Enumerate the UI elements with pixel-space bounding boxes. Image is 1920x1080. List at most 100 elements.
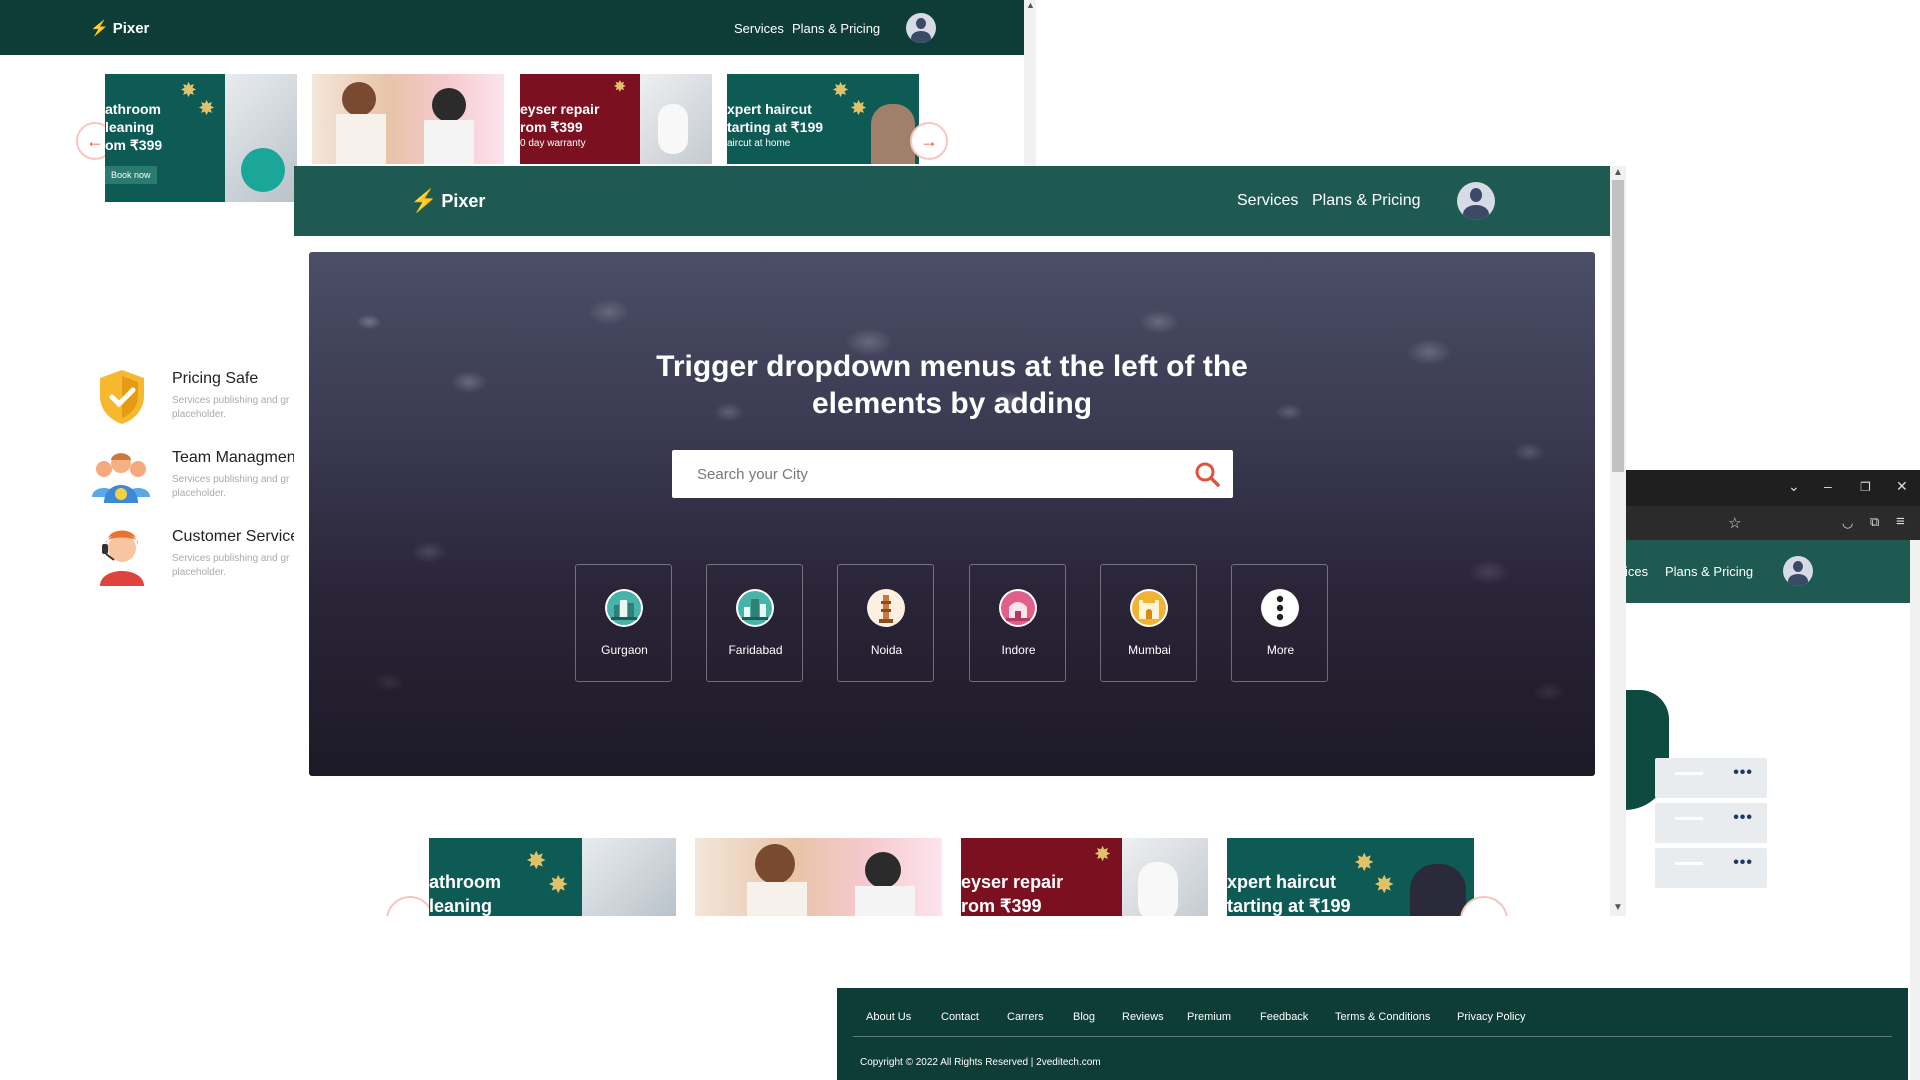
footer-link-privacy[interactable]: Privacy Policy — [1457, 1011, 1525, 1023]
star-icon: ✸ — [549, 872, 568, 897]
feature-title: Customer Service — [172, 528, 300, 545]
city-card-gurgaon[interactable]: Gurgaon — [575, 564, 672, 682]
banner-title: eyser repair rom ₹399 — [961, 872, 1064, 916]
bg-brand-name: Pixer — [112, 19, 150, 37]
restore-icon[interactable]: ❐ — [1860, 480, 1871, 494]
nav-services[interactable]: Services — [1237, 192, 1298, 210]
city-search-input[interactable] — [672, 450, 1172, 498]
bolt-icon: ⚡ — [410, 188, 438, 213]
bg-banner-geyser[interactable]: ✸ eyser repair rom ₹399 0 day warranty — [520, 74, 712, 164]
city-card-noida[interactable]: Noida — [837, 564, 934, 682]
more-horizontal-icon[interactable]: ••• — [1733, 809, 1753, 827]
bg-banner-bathroom[interactable]: ✸ ✸ athroom leaning om ₹399 Book now — [105, 74, 297, 202]
minimize-icon[interactable]: – — [1824, 478, 1832, 494]
footer-link-contact[interactable]: Contact — [941, 1011, 979, 1023]
scrollbar-thumb[interactable] — [1612, 180, 1624, 472]
city-card-mumbai[interactable]: Mumbai — [1100, 564, 1197, 682]
city-label: Indore — [1001, 643, 1036, 657]
city-label: Gurgaon — [601, 643, 648, 657]
indore-palace-icon — [999, 589, 1037, 627]
noida-monument-icon — [867, 589, 905, 627]
chevron-down-icon[interactable]: ⌄ — [1788, 478, 1800, 495]
bg-avatar[interactable] — [906, 13, 936, 43]
more-horizontal-icon[interactable]: ••• — [1733, 854, 1753, 872]
right-scrollbar[interactable] — [1910, 540, 1920, 1080]
banner-haircut[interactable]: ✸ ✸ xpert haircut tarting at ₹199 — [1227, 838, 1474, 916]
star-icon: ✸ — [527, 848, 546, 873]
footer-link-reviews[interactable]: Reviews — [1122, 1011, 1164, 1023]
main-scrollbar[interactable]: ▲ ▼ — [1610, 166, 1626, 916]
footer-link-terms[interactable]: Terms & Conditions — [1335, 1011, 1430, 1023]
bolt-icon: ⚡ — [90, 20, 109, 37]
star-icon: ✸ — [181, 80, 197, 100]
bg-nav-plans[interactable]: Plans & Pricing — [792, 21, 880, 36]
footer-link-blog[interactable]: Blog — [1073, 1011, 1095, 1023]
team-icon — [90, 447, 152, 503]
main-navbar: ⚡ Pixer Services Plans & Pricing — [294, 166, 1610, 236]
bg-banner-title: athroom leaning om ₹399 — [105, 101, 163, 153]
feature-title: Team Managmen — [172, 449, 296, 466]
city-card-more[interactable]: More — [1231, 564, 1328, 682]
footer-link-about[interactable]: About Us — [866, 1011, 911, 1023]
server-row: ••• — [1655, 758, 1767, 798]
star-icon: ✸ — [833, 80, 849, 100]
banner-title: athroom leaning — [429, 872, 501, 916]
arrow-right-icon: → — [920, 130, 938, 151]
main-logo[interactable]: ⚡ Pixer — [410, 188, 485, 214]
right-nav-services[interactable]: ices — [1625, 564, 1648, 579]
faridabad-skyline-icon — [736, 589, 774, 627]
scroll-up-icon[interactable]: ▲ — [1613, 167, 1623, 178]
city-card-faridabad[interactable]: Faridabad — [706, 564, 803, 682]
city-label: More — [1266, 643, 1295, 657]
carousel-prev[interactable]: ← — [386, 896, 434, 916]
feature-desc: Services publishing and gr placeholder. — [172, 474, 290, 499]
feature-desc: Services publishing and gr placeholder. — [172, 395, 290, 420]
bg-banner-title: eyser repair rom ₹399 — [520, 101, 600, 135]
bg-nav-services[interactable]: Services — [734, 21, 784, 36]
scroll-up-icon[interactable]: ▲ — [1026, 0, 1035, 10]
right-toolbar: ☆ ◡ ⧉ ≡ — [1625, 506, 1920, 540]
shield-check-icon — [96, 368, 152, 424]
user-avatar[interactable] — [1457, 182, 1495, 220]
bg-scrollbar[interactable]: ▲ — [1024, 0, 1036, 180]
nav-plans[interactable]: Plans & Pricing — [1312, 192, 1421, 210]
extensions-icon[interactable]: ⧉ — [1870, 514, 1879, 530]
star-icon: ✸ — [851, 98, 867, 118]
scroll-down-icon[interactable]: ▼ — [1613, 902, 1623, 913]
hero-section: Trigger dropdown menus at the left of th… — [309, 252, 1595, 776]
right-navbar: ices Plans & Pricing — [1625, 540, 1910, 603]
city-search-box — [672, 450, 1233, 498]
bg-carousel-next[interactable]: → — [910, 122, 948, 160]
right-avatar[interactable] — [1783, 556, 1813, 586]
bg-logo[interactable]: ⚡ Pixer — [90, 19, 150, 38]
hero-title: Trigger dropdown menus at the left of th… — [656, 350, 1248, 420]
bookmark-star-icon[interactable]: ☆ — [1728, 514, 1741, 532]
arrow-left-icon: ← — [86, 130, 104, 151]
close-icon[interactable]: ✕ — [1896, 478, 1908, 495]
headset-agent-icon — [96, 526, 152, 586]
footer: About Us Contact Carrers Blog Reviews Pr… — [837, 988, 1908, 1080]
menu-icon[interactable]: ≡ — [1896, 513, 1905, 530]
feature-customer-service: Customer Service Services publishing and… — [96, 526, 300, 586]
footer-link-carrers[interactable]: Carrers — [1007, 1011, 1044, 1023]
pocket-icon[interactable]: ◡ — [1842, 515, 1853, 531]
footer-link-premium[interactable]: Premium — [1187, 1011, 1231, 1023]
right-nav-plans[interactable]: Plans & Pricing — [1665, 564, 1753, 579]
more-vertical-icon — [1261, 589, 1299, 627]
star-icon: ✸ — [1375, 872, 1394, 897]
book-now-button[interactable]: Book now — [105, 166, 157, 184]
search-icon[interactable] — [1193, 460, 1221, 488]
banner-geyser[interactable]: ✸ eyser repair rom ₹399 — [961, 838, 1208, 916]
bg-banner-photo[interactable] — [312, 74, 504, 164]
city-label: Mumbai — [1128, 643, 1171, 657]
city-card-indore[interactable]: Indore — [969, 564, 1066, 682]
bg-banner-sub: aircut at home — [727, 138, 791, 149]
bg-banner-haircut[interactable]: ✸ ✸ xpert haircut tarting at ₹199 aircut… — [727, 74, 919, 164]
banner-bathroom[interactable]: ✸ ✸ athroom leaning — [429, 838, 676, 916]
right-titlebar: ⌄ – ❐ ✕ — [1625, 470, 1920, 506]
more-horizontal-icon[interactable]: ••• — [1733, 764, 1753, 782]
banner-photo[interactable] — [695, 838, 942, 916]
footer-link-feedback[interactable]: Feedback — [1260, 1011, 1308, 1023]
server-row: ••• — [1655, 803, 1767, 843]
star-icon: ✸ — [199, 98, 215, 118]
